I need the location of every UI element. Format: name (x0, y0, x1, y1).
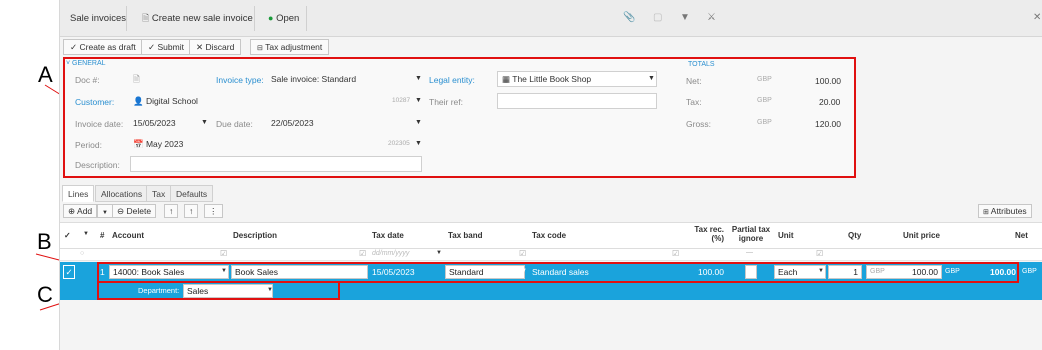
edit-icon[interactable]: ☑ (359, 249, 366, 258)
submit-label: Submit (157, 42, 184, 52)
edit-icon[interactable]: ☑ (672, 249, 679, 258)
column-unit[interactable]: Unit (778, 231, 794, 240)
column-net[interactable]: Net (1015, 231, 1028, 240)
column-partial-line2: ignore (738, 234, 764, 243)
column-num: # (100, 231, 105, 240)
status-indicator: ● Open (258, 0, 309, 37)
tab-tax[interactable]: Tax (146, 185, 172, 202)
add-line-label: Add (77, 206, 93, 216)
breadcrumb-divider (254, 6, 255, 31)
tax-date-filter[interactable]: dd/mm/yyyy (372, 250, 409, 257)
close-icon[interactable]: ✕ (1033, 12, 1041, 23)
column-tax-code[interactable]: Tax code (532, 231, 566, 240)
highlight-box-line (97, 262, 1019, 283)
partial-filter[interactable]: — (746, 249, 753, 256)
delete-line-button[interactable]: ⊖ Delete (112, 204, 157, 218)
breadcrumb-create-invoice[interactable]: 🗎 Create new sale invoice (132, 0, 263, 37)
x-icon: ✕ (196, 42, 204, 52)
add-options-dropdown[interactable]: ▼ (97, 204, 113, 218)
paperclip-icon[interactable]: 📎 (623, 12, 635, 23)
column-unit-price[interactable]: Unit price (903, 231, 940, 240)
breadcrumb-create-label: Create new sale invoice (151, 13, 253, 24)
column-options-icon[interactable]: ▼ (83, 231, 89, 237)
breadcrumb-divider (126, 6, 127, 31)
edit-icon[interactable]: ☑ (519, 249, 526, 258)
edit-icon[interactable]: ☑ (220, 249, 227, 258)
column-tax-rec[interactable]: Tax rec. (%) (690, 225, 724, 243)
attributes-label: Attributes (990, 206, 1027, 216)
move-up-button[interactable]: ↑ (164, 204, 179, 218)
attributes-button[interactable]: ⊞ Attributes (978, 204, 1032, 218)
highlight-box-general (63, 57, 856, 178)
breadcrumb-sale-invoices[interactable]: Sale invoices (60, 0, 136, 37)
workflow-icon[interactable]: ⚔ (707, 12, 716, 23)
arrow-down-icon: ↑ (189, 206, 194, 216)
attributes-icon: ⊞ (983, 209, 989, 216)
row-checkbox[interactable]: ✓ (63, 265, 75, 279)
chevron-down-icon[interactable]: ▼ (436, 250, 442, 256)
move-down-button[interactable]: ↑ (184, 204, 199, 218)
delete-line-label: Delete (126, 206, 152, 216)
status-label: Open (276, 13, 300, 24)
select-all-checkbox[interactable]: ✓ (64, 231, 71, 240)
comment-icon[interactable]: ▢ (653, 12, 662, 23)
overflow-currency-cell: GBP (1022, 268, 1037, 275)
action-bar: ✓ Create as draft ✓ Submit ✕ Discard ⊟ T… (60, 37, 1042, 57)
tax-adjustment-label: Tax adjustment (265, 42, 323, 52)
filter-icon[interactable]: ▼ (680, 12, 690, 23)
tab-defaults[interactable]: Defaults (170, 185, 214, 202)
discard-button[interactable]: ✕ Discard (189, 39, 242, 55)
add-line-button[interactable]: ⊕ Add (63, 204, 98, 218)
chevron-down-icon: ▼ (102, 210, 108, 216)
highlight-box-dimension (97, 281, 340, 300)
minus-icon: ⊖ (117, 206, 125, 216)
column-partial-line1: Partial tax (731, 225, 771, 234)
breadcrumb-bar: Sale invoices 🗎 Create new sale invoice … (60, 0, 1042, 37)
tax-adjustment-button[interactable]: ⊟ Tax adjustment (250, 39, 330, 55)
check-icon: ✓ (70, 42, 78, 52)
create-as-draft-label: Create as draft (79, 42, 136, 52)
column-partial-tax-ignore[interactable]: Partial tax ignore (728, 225, 774, 243)
column-tax-band[interactable]: Tax band (448, 231, 483, 240)
grid-toolbar: ⊕ Add ▼ ⊖ Delete ↑ ↑ ⋮ ⊞ Attributes (60, 203, 1042, 220)
arrow-up-icon: ↑ (169, 206, 174, 216)
status-dot-icon: ● (268, 13, 274, 23)
submit-button[interactable]: ✓ Submit (141, 39, 191, 55)
edit-icon[interactable]: ☑ (816, 249, 823, 258)
column-tax-rec-line1: Tax rec. (694, 225, 724, 234)
column-tax-date[interactable]: Tax date (372, 231, 404, 240)
breadcrumb-divider (306, 6, 307, 31)
tab-allocations[interactable]: Allocations (95, 185, 149, 202)
tax-icon: ⊟ (257, 45, 263, 52)
tab-lines[interactable]: Lines (62, 185, 95, 202)
check-icon: ✓ (148, 42, 156, 52)
discard-label: Discard (205, 42, 235, 52)
column-account[interactable]: Account (112, 231, 144, 240)
filter-row: ○ ☑ ☑ dd/mm/yyyy ▼ ☑ ☑ — ☑ (60, 249, 1042, 261)
column-qty[interactable]: Qty (848, 231, 861, 240)
more-vertical-icon: ⋮ (209, 206, 218, 216)
create-as-draft-button[interactable]: ✓ Create as draft (63, 39, 143, 55)
document-icon: 🗎 (142, 13, 150, 23)
more-options-button[interactable]: ⋮ (204, 204, 223, 218)
app-window: Sale invoices 🗎 Create new sale invoice … (59, 0, 1042, 350)
column-description[interactable]: Description (233, 231, 277, 240)
filter-circle-icon: ○ (80, 250, 85, 257)
plus-icon: ⊕ (68, 206, 76, 216)
column-tax-rec-line2: (%) (711, 234, 724, 243)
lines-grid-header: ✓ ▼ # Account Description Tax date Tax b… (60, 222, 1042, 249)
